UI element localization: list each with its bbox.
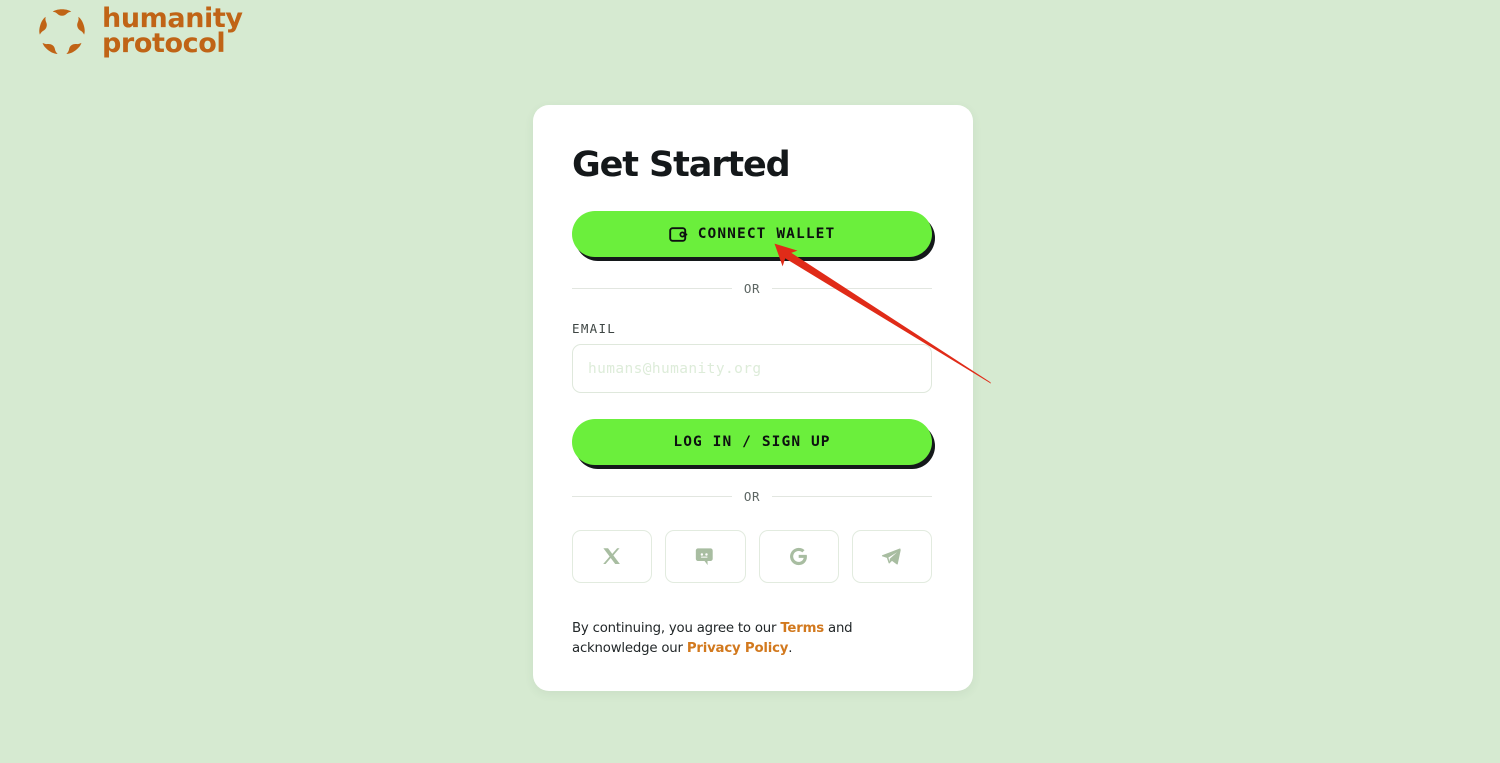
login-signup-label: LOG IN / SIGN UP (673, 434, 831, 450)
social-login-google[interactable] (758, 530, 839, 583)
divider-top: OR (572, 281, 933, 296)
legal-suffix: . (788, 641, 793, 657)
get-started-card: Get Started CONNECT WALLET OR EMAIL LOG … (533, 105, 973, 691)
social-login-x[interactable] (572, 530, 653, 583)
login-signup-button[interactable]: LOG IN / SIGN UP (572, 419, 932, 465)
humanity-protocol-petal-ring-logo (39, 9, 85, 54)
discord-icon (696, 547, 714, 565)
legal-prefix: By continuing, you agree to our (572, 621, 781, 636)
brand-line-2: protocol (102, 28, 226, 59)
connect-wallet-label: CONNECT WALLET (697, 226, 836, 242)
social-login-row (572, 530, 932, 583)
telegram-icon (882, 548, 902, 565)
divider-rule-right (772, 496, 933, 497)
divider-rule-left (572, 288, 732, 289)
connect-wallet-button[interactable]: CONNECT WALLET (572, 211, 932, 257)
wallet-icon (668, 226, 688, 242)
email-input[interactable] (572, 344, 932, 393)
divider-rule-right (772, 288, 933, 289)
divider-rule-left (572, 496, 732, 497)
email-label: EMAIL (572, 321, 617, 336)
brand-logo: humanity protocol (36, 5, 243, 59)
brand-wordmark: humanity protocol (102, 5, 243, 59)
x-icon (603, 547, 621, 564)
page-title: Get Started (572, 145, 791, 185)
google-icon (790, 547, 808, 566)
legal-text: By continuing, you agree to our Terms an… (572, 619, 937, 659)
divider-top-label: OR (743, 281, 761, 296)
social-login-telegram[interactable] (851, 530, 932, 583)
social-login-discord[interactable] (665, 530, 746, 583)
privacy-policy-link[interactable]: Privacy Policy (687, 641, 789, 656)
divider-bottom: OR (572, 489, 933, 504)
terms-link[interactable]: Terms (780, 621, 824, 636)
divider-bottom-label: OR (743, 489, 761, 504)
